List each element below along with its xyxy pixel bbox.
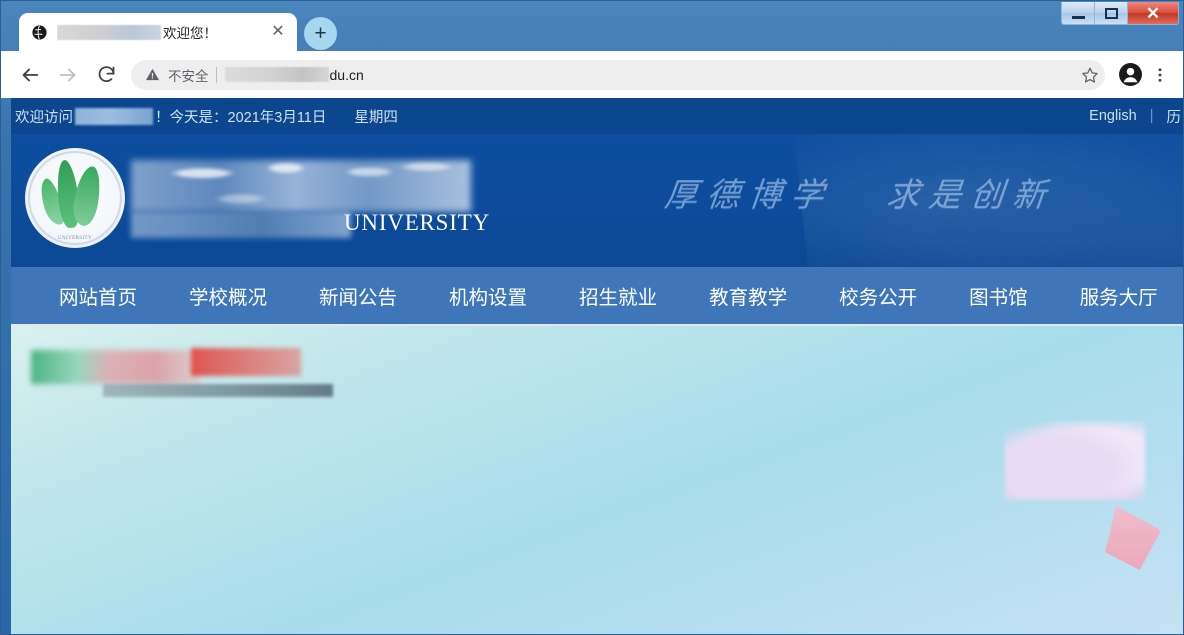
motto-right: 求是创新 xyxy=(884,178,1057,214)
nav-item-education[interactable]: 教育教学 xyxy=(683,281,813,310)
hero-logo-english-line xyxy=(103,384,333,397)
screen: ✕ 欢迎您！ ✕ + 不安全 du.cn 欢迎访问 ！今天是：2021年3月11… xyxy=(0,0,1184,635)
welcome-message: 欢迎访问 ！今天是：2021年3月11日 星期四 xyxy=(15,106,398,127)
forward-button[interactable] xyxy=(49,56,87,94)
nav-item-home[interactable]: 网站首页 xyxy=(33,281,163,310)
nav-item-admissions[interactable]: 招生就业 xyxy=(553,281,683,310)
globe-icon xyxy=(31,24,48,41)
reload-button[interactable] xyxy=(87,56,125,94)
profile-avatar[interactable] xyxy=(1113,62,1147,87)
redacted-site-name xyxy=(57,25,161,40)
tab-title: 欢迎您！ xyxy=(57,22,267,42)
nav-item-overview[interactable]: 学校概况 xyxy=(163,281,293,310)
university-wordmark: UNIVERSITY xyxy=(131,154,489,250)
english-link[interactable]: English xyxy=(1089,108,1137,124)
wordmark-english-label: UNIVERSITY xyxy=(344,210,490,235)
redacted-logo-mark xyxy=(31,350,201,384)
omnibox-divider xyxy=(215,66,217,83)
nav-item-service-hall[interactable]: 服务大厅 xyxy=(1054,281,1183,310)
redacted-university-name xyxy=(75,107,153,125)
welcome-prefix: 欢迎访问 xyxy=(15,109,73,126)
nav-item-public-affairs[interactable]: 校务公开 xyxy=(813,281,943,310)
nav-item-library[interactable]: 图书馆 xyxy=(943,281,1054,310)
site-main-nav: 网站首页 学校概况 新闻公告 机构设置 招生就业 教育教学 校务公开 图书馆 服… xyxy=(11,267,1183,326)
site-masthead: UNIVERSITY UNIVERSITY 厚德博学 求是创新 xyxy=(11,134,1183,267)
nav-item-departments[interactable]: 机构设置 xyxy=(423,281,553,310)
nav-item-news[interactable]: 新闻公告 xyxy=(293,281,423,310)
address-bar[interactable]: 不安全 du.cn xyxy=(131,59,1105,90)
redacted-english-name xyxy=(131,212,351,238)
redacted-logo-mark-red xyxy=(191,348,301,376)
motto-left: 厚德博学 xyxy=(662,178,835,214)
browser-toolbar: 不安全 du.cn xyxy=(1,51,1183,98)
browser-window: ✕ 欢迎您！ ✕ + 不安全 du.cn 欢迎访问 ！今天是：2021年3月11… xyxy=(0,0,1184,635)
weekday-label: 星期四 xyxy=(354,109,398,126)
close-tab-button[interactable]: ✕ xyxy=(267,21,289,43)
back-button[interactable] xyxy=(11,56,49,94)
bookmark-star-icon[interactable] xyxy=(1081,66,1099,84)
page-viewport: 欢迎访问 ！今天是：2021年3月11日 星期四 English | 历 UNI… xyxy=(11,98,1183,634)
university-crest-logo[interactable]: UNIVERSITY xyxy=(25,148,125,248)
illustration-cloud xyxy=(1005,422,1145,500)
welcome-date: ！今天是：2021年3月11日 xyxy=(155,109,327,126)
crest-ring xyxy=(28,151,122,245)
url-text: du.cn xyxy=(224,67,364,83)
crest-text: UNIVERSITY xyxy=(58,236,92,241)
tab-strip: 欢迎您！ ✕ + xyxy=(1,13,1183,51)
hero-banner[interactable]: 新 学 期 你的青春由你自己定义 xyxy=(11,326,1183,634)
security-status-label: 不安全 xyxy=(168,68,209,84)
new-tab-button[interactable]: + xyxy=(304,17,337,50)
illustration-pink-shape xyxy=(1105,506,1161,570)
browser-tab[interactable]: 欢迎您！ ✕ xyxy=(19,13,297,51)
redacted-domain xyxy=(224,67,329,82)
site-utility-bar: 欢迎访问 ！今天是：2021年3月11日 星期四 English | 历 xyxy=(11,98,1183,134)
hero-university-logo xyxy=(31,348,333,400)
link-separator: | xyxy=(1149,108,1154,124)
university-motto: 厚德博学 求是创新 xyxy=(662,168,1057,216)
wordmark-highlights xyxy=(145,154,465,218)
extra-link[interactable]: 历 xyxy=(1167,106,1182,127)
warning-triangle-icon xyxy=(145,67,160,82)
chrome-menu-button[interactable] xyxy=(1147,66,1173,84)
utility-links: English | 历 xyxy=(1089,106,1183,127)
